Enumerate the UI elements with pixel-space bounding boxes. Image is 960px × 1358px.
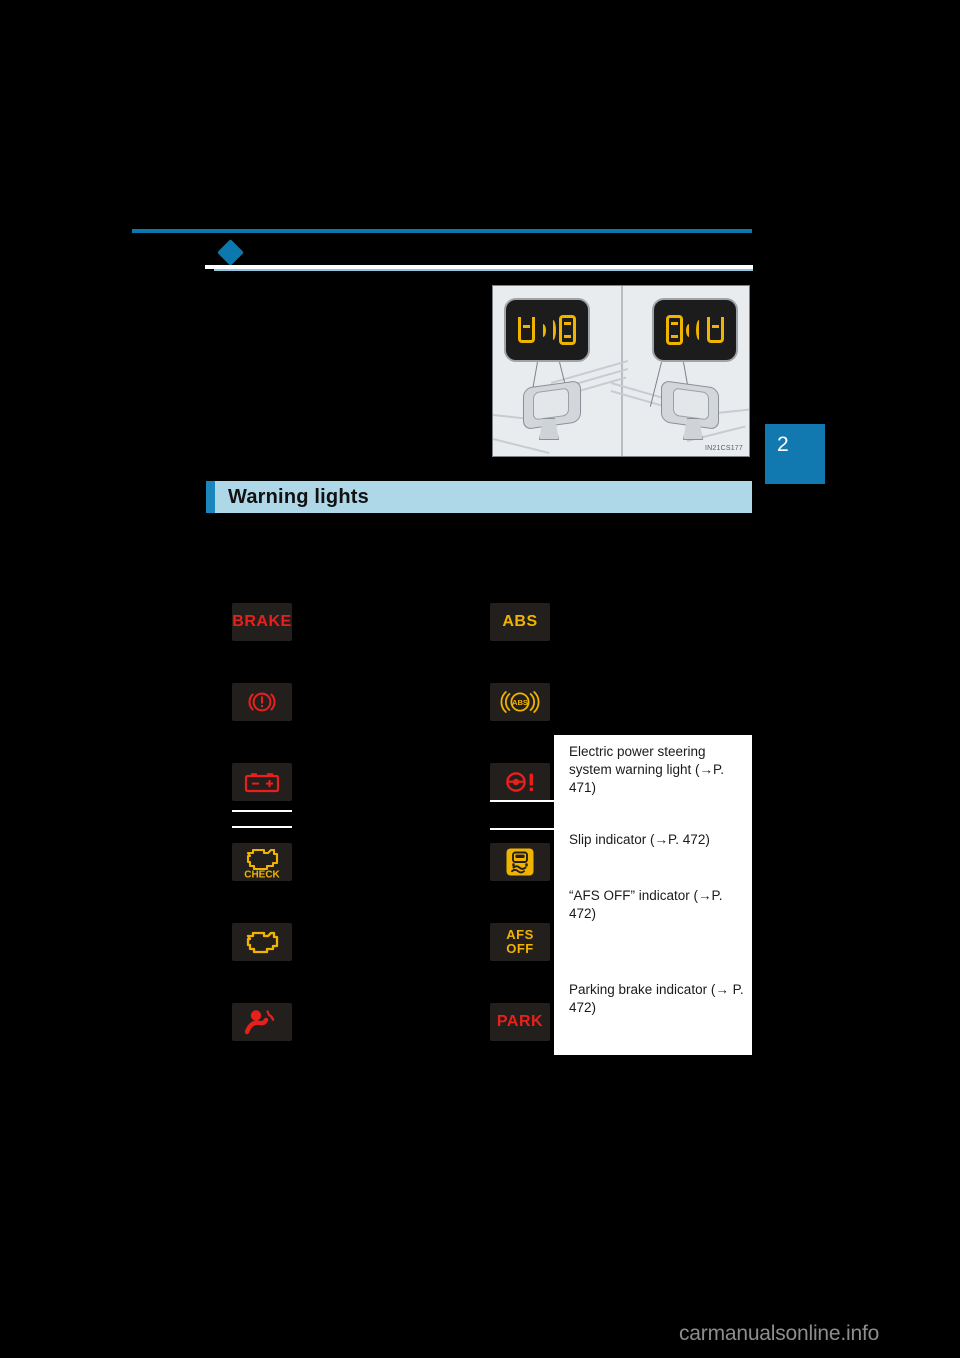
own-vehicle-shape	[559, 315, 576, 345]
wave-large	[548, 320, 556, 340]
vehicle-bar	[671, 335, 678, 338]
abs-circle-warning-icon: ABS	[490, 683, 550, 721]
icon-label: PARK	[496, 1013, 544, 1030]
subheading-rule-blue	[214, 269, 753, 271]
svg-text:CHECK: CHECK	[244, 870, 280, 881]
section-banner: Warning lights	[206, 481, 752, 513]
figure-half-right	[610, 286, 749, 456]
description-afs-off-indicator: “AFS OFF” indicator (→P. 472)	[569, 888, 723, 922]
outside-rear-view-mirror	[517, 376, 597, 440]
svg-text:ABS: ABS	[512, 698, 528, 707]
abs-text-icon: ABS	[490, 603, 550, 641]
figure-reference-code: IN21CS177	[702, 444, 746, 453]
site-watermark: carmanualsonline.info	[679, 1322, 880, 1345]
diamond-bullet-icon	[217, 239, 244, 266]
mirror-glass	[533, 387, 569, 421]
description-parking-brake-indicator: Parking brake indicator (→ P. 472)	[569, 982, 744, 1016]
outside-rear-view-mirror	[645, 376, 725, 438]
vehicle-bar	[564, 335, 571, 338]
figure-half-left	[493, 286, 629, 456]
blind-spot-indicator-icon	[652, 298, 738, 362]
electric-power-steering-warning-icon	[490, 763, 550, 801]
vehicle-bar	[564, 322, 571, 325]
icon-label: ABS	[502, 613, 538, 630]
charging-system-battery-icon	[232, 763, 292, 801]
section-title: Warning lights	[228, 485, 369, 508]
wave-small	[686, 323, 694, 337]
warning-light-descriptions-panel: Electric power steering system warning l…	[554, 735, 752, 1055]
blind-spot-indicator-icon	[504, 298, 590, 362]
radar-waves-icon	[538, 317, 556, 343]
blind-spot-monitor-figure: IN21CS177	[492, 285, 750, 457]
icon-label: BRAKE	[232, 613, 292, 630]
chapter-tab: 2	[765, 424, 825, 484]
adjacent-vehicle-shape	[707, 317, 724, 343]
afs-off-text-icon: AFS OFF	[490, 923, 550, 961]
parking-brake-park-icon: PARK	[490, 1003, 550, 1041]
warning-light-row: ABS	[232, 683, 752, 723]
warning-light-row: BRAKE ABS	[232, 603, 752, 643]
wave-large	[696, 320, 704, 340]
header-rule	[132, 229, 752, 233]
panel-edge-sliver	[232, 826, 292, 828]
radar-waves-icon	[686, 317, 704, 343]
vehicle-bar	[671, 322, 678, 325]
icon-label: AFS OFF	[506, 927, 534, 956]
brake-system-warning-icon	[232, 683, 292, 721]
description-slip-indicator: Slip indicator (→P. 472)	[569, 832, 710, 847]
mirror-glass	[673, 387, 709, 421]
description-electric-power-steering: Electric power steering system warning l…	[569, 744, 725, 796]
slip-indicator-icon	[490, 843, 550, 881]
check-engine-check-icon: CHECK	[232, 843, 292, 881]
own-vehicle-shape	[666, 315, 683, 345]
adjacent-vehicle-shape	[518, 317, 535, 343]
hood-line	[493, 438, 550, 454]
wave-small	[538, 323, 546, 337]
manual-page: 2 IN21CS177 Warning lights BRAKE ABS ABS…	[0, 0, 960, 1358]
panel-edge-sliver	[490, 800, 554, 802]
malfunction-indicator-engine-icon	[232, 923, 292, 961]
brake-warning-text-icon: BRAKE	[232, 603, 292, 641]
banner-accent-bar	[206, 481, 215, 513]
panel-edge-sliver	[490, 828, 554, 830]
vehicle-bar	[523, 325, 530, 328]
panel-edge-sliver	[232, 810, 292, 812]
vehicle-bar	[712, 325, 719, 328]
srs-airbag-warning-icon	[232, 1003, 292, 1041]
